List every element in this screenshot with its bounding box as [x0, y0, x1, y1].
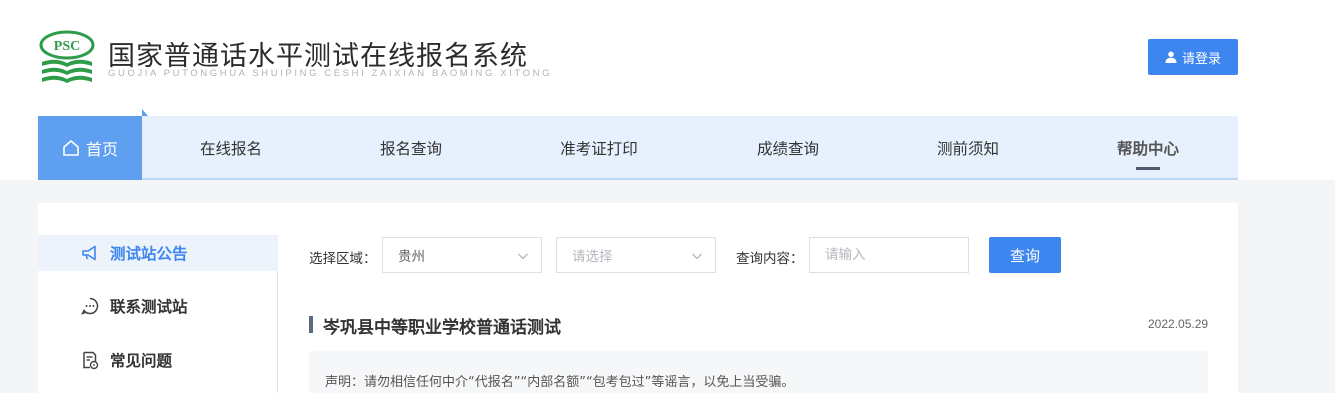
notice-text: 声明：请勿相信任何中介“代报名”“内部名额”“包考包过”等谣言，以免上当受骗。	[325, 375, 795, 390]
nav-registration-query[interactable]: 报名查询	[353, 116, 469, 180]
region-select-value: 贵州	[398, 249, 425, 265]
sub-region-select[interactable]: 请选择	[556, 237, 716, 273]
svg-text:PSC: PSC	[54, 39, 80, 54]
megaphone-icon	[82, 245, 96, 261]
chevron-down-icon	[518, 253, 528, 260]
nav-score-query[interactable]: 成绩查询	[728, 116, 848, 180]
nav-pre-test-notes[interactable]: 测前须知	[908, 116, 1028, 180]
sidebar: 测试站公告 联系测试站 常见问题	[38, 235, 278, 393]
home-icon	[63, 140, 79, 156]
sidebar-item-announcements[interactable]: 测试站公告	[38, 235, 278, 271]
content-card: 测试站公告 联系测试站 常见问题 选择区域： 贵州 请选择 查询内容： 查询 岑…	[38, 203, 1238, 393]
nav-online-registration[interactable]: 在线报名	[173, 116, 289, 180]
nav-home-label: 首页	[85, 140, 118, 159]
article-title[interactable]: 岑巩县中等职业学校普通话测试	[323, 313, 561, 338]
nav-home-corner	[142, 109, 148, 116]
site-pinyin: GUOJIA PUTONGHUA SHUIPING CESHI ZAIXIAN …	[108, 68, 553, 79]
sub-region-placeholder: 请选择	[572, 249, 613, 265]
region-label: 选择区域：	[309, 251, 377, 267]
article-date: 2022.05.29	[1148, 317, 1209, 331]
query-input[interactable]	[809, 237, 969, 273]
nav-help-center[interactable]: 帮助中心	[1088, 116, 1208, 180]
header: PSC 国家普通话水平测试在线报名系统 GUOJIA PUTONGHUA SHU…	[0, 0, 1335, 180]
document-question-icon	[83, 351, 99, 370]
query-label: 查询内容：	[736, 251, 804, 267]
search-button[interactable]: 查询	[989, 237, 1061, 273]
user-icon	[1165, 51, 1177, 63]
psc-logo: PSC	[39, 30, 95, 83]
sidebar-item-label: 测试站公告	[110, 245, 188, 263]
nav-home[interactable]: 首页	[38, 109, 148, 180]
nav-admission-ticket[interactable]: 准考证打印	[538, 116, 660, 180]
nav-active-underline	[1136, 167, 1160, 170]
main-nav: 首页 在线报名 报名查询 准考证打印 成绩查询 测前须知 帮助中心	[38, 109, 1238, 180]
title-accent-bar	[309, 316, 313, 333]
sidebar-item-faq[interactable]: 常见问题	[38, 342, 278, 378]
notice-box: 声明：请勿相信任何中介“代报名”“内部名额”“包考包过”等谣言，以免上当受骗。	[309, 351, 1208, 393]
chevron-down-icon	[692, 253, 702, 260]
login-label: 请登录	[1181, 51, 1221, 67]
region-select[interactable]: 贵州	[382, 237, 542, 273]
login-button[interactable]: 请登录	[1148, 39, 1238, 75]
chat-bubble-icon	[81, 297, 99, 315]
sidebar-item-label: 联系测试站	[110, 298, 188, 316]
sidebar-item-label: 常见问题	[110, 352, 173, 370]
sidebar-item-contact[interactable]: 联系测试站	[38, 288, 278, 324]
